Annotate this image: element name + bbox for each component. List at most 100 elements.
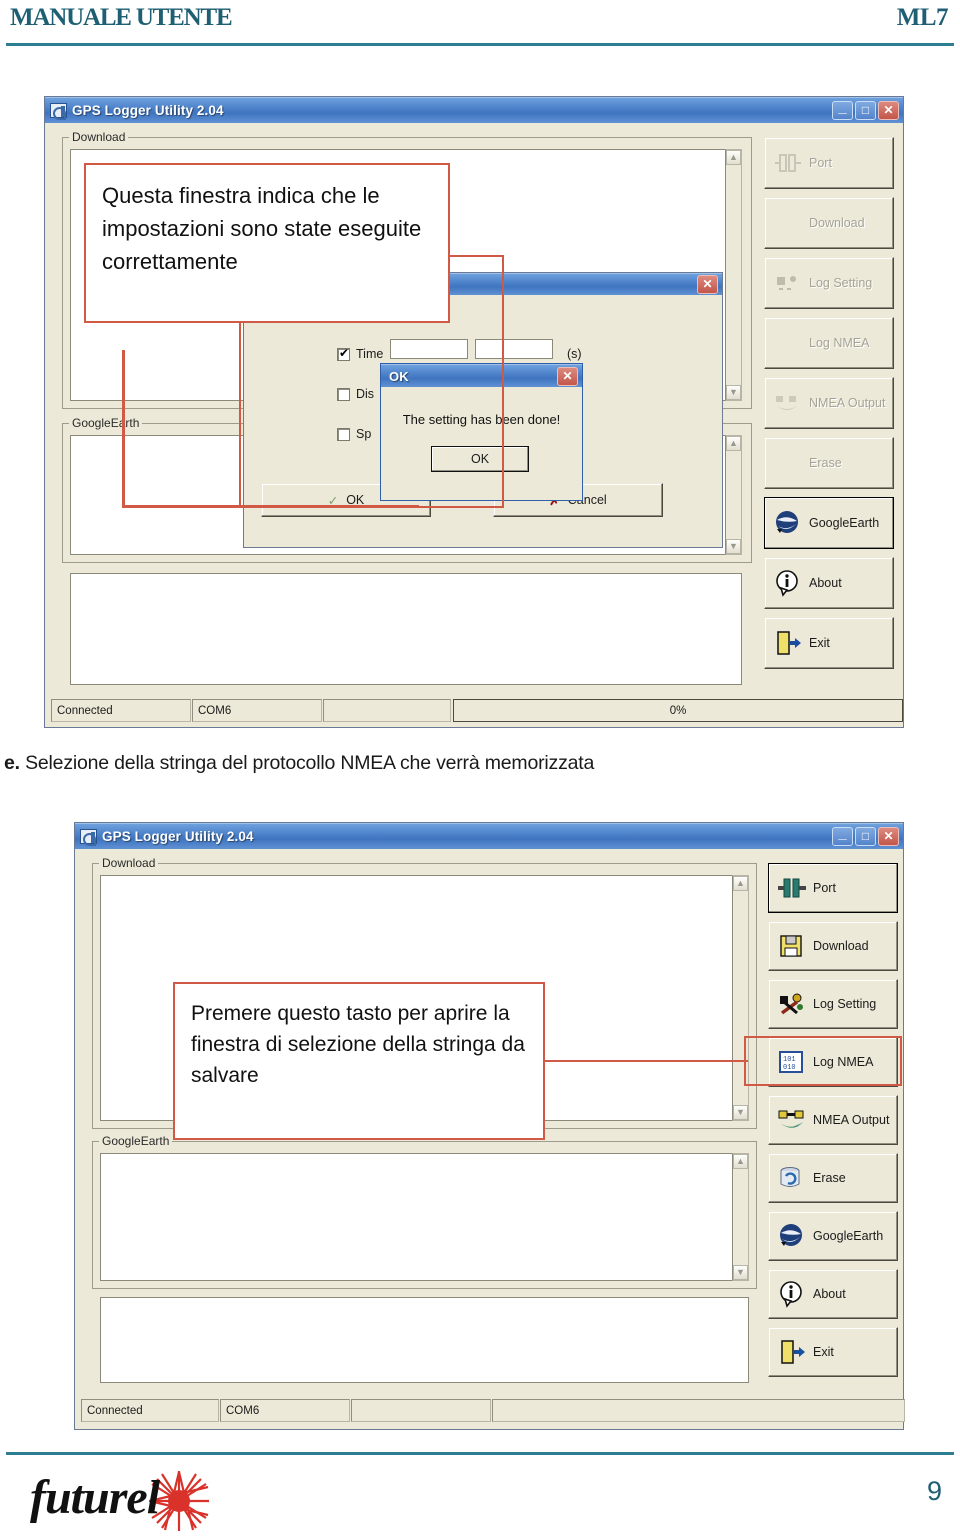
page-footer: futurel 9 (0, 1452, 960, 1535)
app-logo-icon (50, 103, 67, 120)
googleearth-listbox-2[interactable] (100, 1153, 732, 1281)
brand-logo-text: futurel (30, 1471, 160, 1524)
header-title-right: ML7 (896, 4, 949, 31)
about-icon (773, 569, 803, 597)
toolbar-buttons-1: Port Download Log Setting Log NMEA NMEA … (764, 137, 894, 685)
about-icon (777, 1280, 807, 1308)
close-button-1[interactable]: ✕ (878, 101, 899, 120)
port-button-1[interactable]: Port (764, 137, 894, 189)
log-setting-button-2[interactable]: Log Setting (768, 979, 898, 1029)
googleearth-icon (773, 509, 803, 537)
annotation-leader-1b (122, 350, 125, 508)
window-title-1: GPS Logger Utility 2.04 (72, 103, 224, 118)
about-button-label-2: About (813, 1287, 846, 1301)
page-header: MANUALE UTENTE ML7 (0, 0, 960, 56)
section-caption: e. Selezione della stringa del protocoll… (4, 752, 954, 775)
exit-button-label-1: Exit (809, 636, 830, 650)
erase-button-1[interactable]: Erase (764, 437, 894, 489)
status-port-2: COM6 (220, 1399, 350, 1422)
titlebar-1: GPS Logger Utility 2.04 _ □ ✕ (45, 97, 903, 123)
erase-icon (777, 1164, 807, 1192)
exit-icon (773, 629, 803, 657)
footer-divider (6, 1452, 954, 1455)
download-scrollbar-1[interactable]: ▲ ▼ (725, 149, 742, 401)
header-title-left: MANUALE UTENTE (10, 4, 233, 31)
close-icon[interactable]: ✕ (697, 275, 718, 294)
port-button-label-2: Port (813, 881, 836, 895)
googleearth-scrollbar-1[interactable]: ▲ ▼ (725, 435, 742, 555)
caption-prefix: e. (4, 752, 20, 774)
about-button-1[interactable]: About (764, 557, 894, 609)
nmea-output-button-1[interactable]: NMEA Output (764, 377, 894, 429)
status-extra-1 (323, 699, 451, 722)
download-button-1[interactable]: Download (764, 197, 894, 249)
log-setting-icon (777, 990, 807, 1018)
log-setting-button-1[interactable]: Log Setting (764, 257, 894, 309)
maximize-button-2[interactable]: □ (855, 827, 876, 846)
titlebar-buttons-2[interactable]: _ □ ✕ (832, 826, 903, 846)
annotation-callout-2: Premere questo tasto per aprire la fines… (173, 982, 545, 1140)
nmea-output-icon (777, 1106, 807, 1134)
close-button-2[interactable]: ✕ (878, 827, 899, 846)
googleearth-group-label-2: GoogleEarth (99, 1134, 173, 1148)
log-setting-icon (773, 269, 803, 297)
port-icon (777, 874, 807, 902)
googleearth-button-1[interactable]: GoogleEarth (764, 497, 894, 549)
port-icon (773, 149, 803, 177)
scroll-up-icon[interactable]: ▲ (726, 436, 741, 451)
erase-button-label-1: Erase (809, 456, 842, 470)
bottom-panel-2 (100, 1297, 749, 1383)
status-progress-1: 0% (453, 699, 903, 722)
window-title-2: GPS Logger Utility 2.04 (102, 829, 254, 844)
maximize-button-1[interactable]: □ (855, 101, 876, 120)
minimize-button-2[interactable]: _ (832, 826, 853, 846)
statusbar-1: Connected COM6 0% (51, 699, 903, 722)
titlebar-2: GPS Logger Utility 2.04 _ □ ✕ (75, 823, 903, 849)
nmea-output-button-label-2: NMEA Output (813, 1113, 890, 1127)
time-unit-label: (s) (567, 347, 582, 361)
minimize-button-1[interactable]: _ (832, 100, 853, 120)
download-button-label-2: Download (813, 939, 869, 953)
about-button-label-1: About (809, 576, 842, 590)
scroll-down-icon[interactable]: ▼ (733, 1265, 748, 1280)
log-setting-button-label-2: Log Setting (813, 997, 877, 1011)
exit-icon (777, 1338, 807, 1366)
caption-text: Selezione della stringa del protocollo N… (25, 752, 595, 774)
ok-dialog-buttons[interactable]: ✕ (557, 366, 582, 386)
download-button-label-1: Download (809, 216, 865, 230)
download-button-2[interactable]: Download (768, 921, 898, 971)
googleearth-button-2[interactable]: GoogleEarth (768, 1211, 898, 1261)
toolbar-buttons-2: Port Download Log Setting 101 010 Log NME… (768, 863, 898, 1383)
erase-button-label-2: Erase (813, 1171, 846, 1185)
scroll-up-icon[interactable]: ▲ (726, 150, 741, 165)
scroll-up-icon[interactable]: ▲ (733, 876, 748, 891)
exit-button-1[interactable]: Exit (764, 617, 894, 669)
download-group-label-1: Download (69, 130, 129, 144)
header-divider (6, 43, 954, 46)
scroll-down-icon[interactable]: ▼ (726, 539, 741, 554)
close-icon[interactable]: ✕ (557, 366, 578, 386)
brand-logo: futurel (30, 1466, 250, 1531)
status-connection-1: Connected (51, 699, 191, 722)
exit-button-2[interactable]: Exit (768, 1327, 898, 1377)
annotation-callout-1: Questa finestra indica che le impostazio… (84, 163, 450, 323)
log-nmea-button-label-1: Log NMEA (809, 336, 870, 350)
titlebar-buttons-1[interactable]: _ □ ✕ (832, 100, 903, 120)
googleearth-icon (777, 1222, 807, 1250)
status-connection-2: Connected (81, 1399, 219, 1422)
port-button-2[interactable]: Port (768, 863, 898, 913)
scroll-down-icon[interactable]: ▼ (733, 1105, 748, 1120)
download-group-label-2: Download (99, 856, 159, 870)
scroll-up-icon[interactable]: ▲ (733, 1154, 748, 1169)
googleearth-scrollbar-2[interactable]: ▲ ▼ (732, 1153, 749, 1281)
status-extra-2 (351, 1399, 491, 1422)
about-button-2[interactable]: About (768, 1269, 898, 1319)
annotation-target-box-2 (744, 1036, 902, 1086)
googleearth-button-label-2: GoogleEarth (813, 1229, 884, 1243)
log-setting-dialog-buttons[interactable]: ✕ (697, 275, 722, 294)
annotation-leader-2 (540, 1060, 748, 1062)
scroll-down-icon[interactable]: ▼ (726, 385, 741, 400)
erase-button-2[interactable]: Erase (768, 1153, 898, 1203)
nmea-output-button-2[interactable]: NMEA Output (768, 1095, 898, 1145)
log-nmea-button-1[interactable]: Log NMEA (764, 317, 894, 369)
